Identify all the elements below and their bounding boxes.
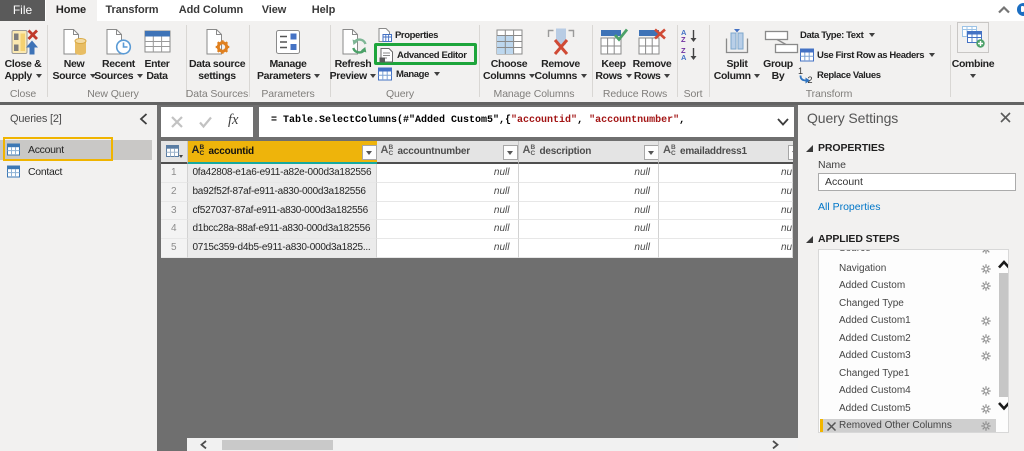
svg-text:A: A <box>681 53 687 62</box>
svg-text:1: 1 <box>798 66 803 76</box>
svg-text:2: 2 <box>808 75 813 85</box>
svg-text:Z: Z <box>681 35 686 44</box>
